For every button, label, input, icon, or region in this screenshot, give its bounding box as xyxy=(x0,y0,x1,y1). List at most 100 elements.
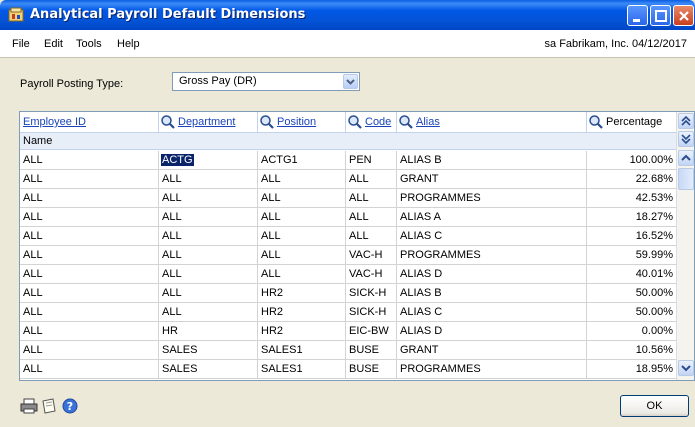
alias-cell[interactable]: GRANT xyxy=(397,170,587,189)
department-cell[interactable]: SALES xyxy=(159,341,258,360)
position-cell[interactable]: SALES1 xyxy=(258,360,346,379)
expand-rows-button[interactable] xyxy=(678,131,694,147)
employee-id-cell[interactable]: ALL xyxy=(20,284,159,303)
print-icon[interactable] xyxy=(20,397,38,415)
code-cell[interactable]: ALL xyxy=(346,170,397,189)
percentage-cell[interactable]: 0.00% xyxy=(587,322,676,341)
lookup-icon[interactable] xyxy=(398,114,414,130)
table-row[interactable]: ALL SALES SALES1 BUSE PROGRAMMES 18.95% xyxy=(20,360,676,379)
minimize-button[interactable] xyxy=(627,5,648,26)
employee-id-cell[interactable]: ALL xyxy=(20,189,159,208)
table-row[interactable]: ALL ALL ALL ALL ALIAS C 16.52% xyxy=(20,227,676,246)
position-cell[interactable]: HR2 xyxy=(258,284,346,303)
position-cell[interactable]: ALL xyxy=(258,265,346,284)
menu-edit[interactable]: Edit xyxy=(44,38,63,50)
scrollbar-thumb[interactable] xyxy=(678,168,694,190)
title-bar[interactable]: Analytical Payroll Default Dimensions xyxy=(0,0,695,30)
code-cell[interactable]: ALL xyxy=(346,208,397,227)
position-cell[interactable]: ACTG1 xyxy=(258,151,346,170)
alias-cell[interactable]: GRANT xyxy=(397,341,587,360)
percentage-cell[interactable]: 59.99% xyxy=(587,246,676,265)
department-cell[interactable]: ALL xyxy=(159,265,258,284)
alias-cell[interactable]: ALIAS C xyxy=(397,227,587,246)
alias-cell[interactable]: PROGRAMMES xyxy=(397,189,587,208)
department-cell[interactable]: ALL xyxy=(159,170,258,189)
employee-id-cell[interactable]: ALL xyxy=(20,246,159,265)
code-cell[interactable]: VAC-H xyxy=(346,265,397,284)
position-cell[interactable]: ALL xyxy=(258,170,346,189)
lookup-icon[interactable] xyxy=(259,114,275,130)
employee-id-cell[interactable]: ALL xyxy=(20,341,159,360)
department-header-link[interactable]: Department xyxy=(178,116,235,128)
department-cell[interactable]: ACTG xyxy=(159,151,258,170)
alias-cell[interactable]: ALIAS C xyxy=(397,303,587,322)
code-cell[interactable]: BUSE xyxy=(346,360,397,379)
employee-id-cell[interactable]: ALL xyxy=(20,303,159,322)
lookup-icon[interactable] xyxy=(160,114,176,130)
percentage-cell[interactable]: 40.01% xyxy=(587,265,676,284)
percentage-cell[interactable]: 18.95% xyxy=(587,360,676,379)
table-row[interactable]: ALL ALL ALL ALL PROGRAMMES 42.53% xyxy=(20,189,676,208)
percentage-cell[interactable]: 18.27% xyxy=(587,208,676,227)
scroll-up-button[interactable] xyxy=(678,150,694,166)
employee-id-cell[interactable]: ALL xyxy=(20,151,159,170)
code-cell[interactable]: EIC-BW xyxy=(346,322,397,341)
percentage-cell[interactable]: 50.00% xyxy=(587,284,676,303)
percentage-cell[interactable]: 50.00% xyxy=(587,303,676,322)
percentage-cell[interactable]: 16.52% xyxy=(587,227,676,246)
table-row[interactable]: ALL HR HR2 EIC-BW ALIAS D 0.00% xyxy=(20,322,676,341)
department-cell[interactable]: HR xyxy=(159,322,258,341)
department-cell[interactable]: ALL xyxy=(159,284,258,303)
menu-tools[interactable]: Tools xyxy=(76,38,102,50)
alias-cell[interactable]: PROGRAMMES xyxy=(397,360,587,379)
position-cell[interactable]: HR2 xyxy=(258,322,346,341)
table-row[interactable]: ALL ALL HR2 SICK-H ALIAS C 50.00% xyxy=(20,303,676,322)
table-row[interactable]: ALL ALL ALL ALL ALIAS A 18.27% xyxy=(20,208,676,227)
alias-cell[interactable]: PROGRAMMES xyxy=(397,246,587,265)
alias-cell[interactable]: ALIAS B xyxy=(397,151,587,170)
table-row[interactable]: ALL SALES SALES1 BUSE GRANT 10.56% xyxy=(20,341,676,360)
table-row[interactable]: ALL ACTG ACTG1 PEN ALIAS B 100.00% xyxy=(20,151,676,170)
code-cell[interactable]: PEN xyxy=(346,151,397,170)
employee-id-cell[interactable]: ALL xyxy=(20,208,159,227)
department-cell[interactable]: ALL xyxy=(159,189,258,208)
employee-id-cell[interactable]: ALL xyxy=(20,227,159,246)
employee-id-header-link[interactable]: Employee ID xyxy=(23,116,86,128)
employee-id-cell[interactable]: ALL xyxy=(20,265,159,284)
position-cell[interactable]: ALL xyxy=(258,208,346,227)
code-header-link[interactable]: Code xyxy=(365,116,391,128)
position-cell[interactable]: ALL xyxy=(258,227,346,246)
position-header-link[interactable]: Position xyxy=(277,116,316,128)
percentage-cell[interactable]: 22.68% xyxy=(587,170,676,189)
vertical-scrollbar[interactable] xyxy=(676,112,694,380)
alias-cell[interactable]: ALIAS A xyxy=(397,208,587,227)
alias-header-link[interactable]: Alias xyxy=(416,116,440,128)
percentage-cell[interactable]: 42.53% xyxy=(587,189,676,208)
menu-file[interactable]: File xyxy=(12,38,30,50)
position-cell[interactable]: ALL xyxy=(258,189,346,208)
maximize-button[interactable] xyxy=(650,5,671,26)
ok-button[interactable]: OK xyxy=(620,395,689,417)
posting-type-select[interactable]: Gross Pay (DR) xyxy=(172,72,360,91)
alias-cell[interactable]: ALIAS B xyxy=(397,284,587,303)
code-cell[interactable]: BUSE xyxy=(346,341,397,360)
help-icon[interactable]: ? xyxy=(61,397,79,415)
table-row[interactable]: ALL ALL ALL VAC-H PROGRAMMES 59.99% xyxy=(20,246,676,265)
alias-cell[interactable]: ALIAS D xyxy=(397,322,587,341)
dropdown-button[interactable] xyxy=(343,74,358,89)
close-button[interactable] xyxy=(673,5,694,26)
department-cell[interactable]: ALL xyxy=(159,303,258,322)
code-cell[interactable]: SICK-H xyxy=(346,284,397,303)
table-row[interactable]: ALL ALL ALL VAC-H ALIAS D 40.01% xyxy=(20,265,676,284)
scroll-down-button[interactable] xyxy=(678,360,694,376)
lookup-icon[interactable] xyxy=(347,114,363,130)
table-row[interactable]: ALL ALL ALL ALL GRANT 22.68% xyxy=(20,170,676,189)
menu-help[interactable]: Help xyxy=(117,38,140,50)
employee-id-cell[interactable]: ALL xyxy=(20,360,159,379)
code-cell[interactable]: SICK-H xyxy=(346,303,397,322)
position-cell[interactable]: SALES1 xyxy=(258,341,346,360)
department-cell[interactable]: SALES xyxy=(159,360,258,379)
collapse-rows-button[interactable] xyxy=(678,113,694,129)
alias-cell[interactable]: ALIAS D xyxy=(397,265,587,284)
code-cell[interactable]: ALL xyxy=(346,189,397,208)
